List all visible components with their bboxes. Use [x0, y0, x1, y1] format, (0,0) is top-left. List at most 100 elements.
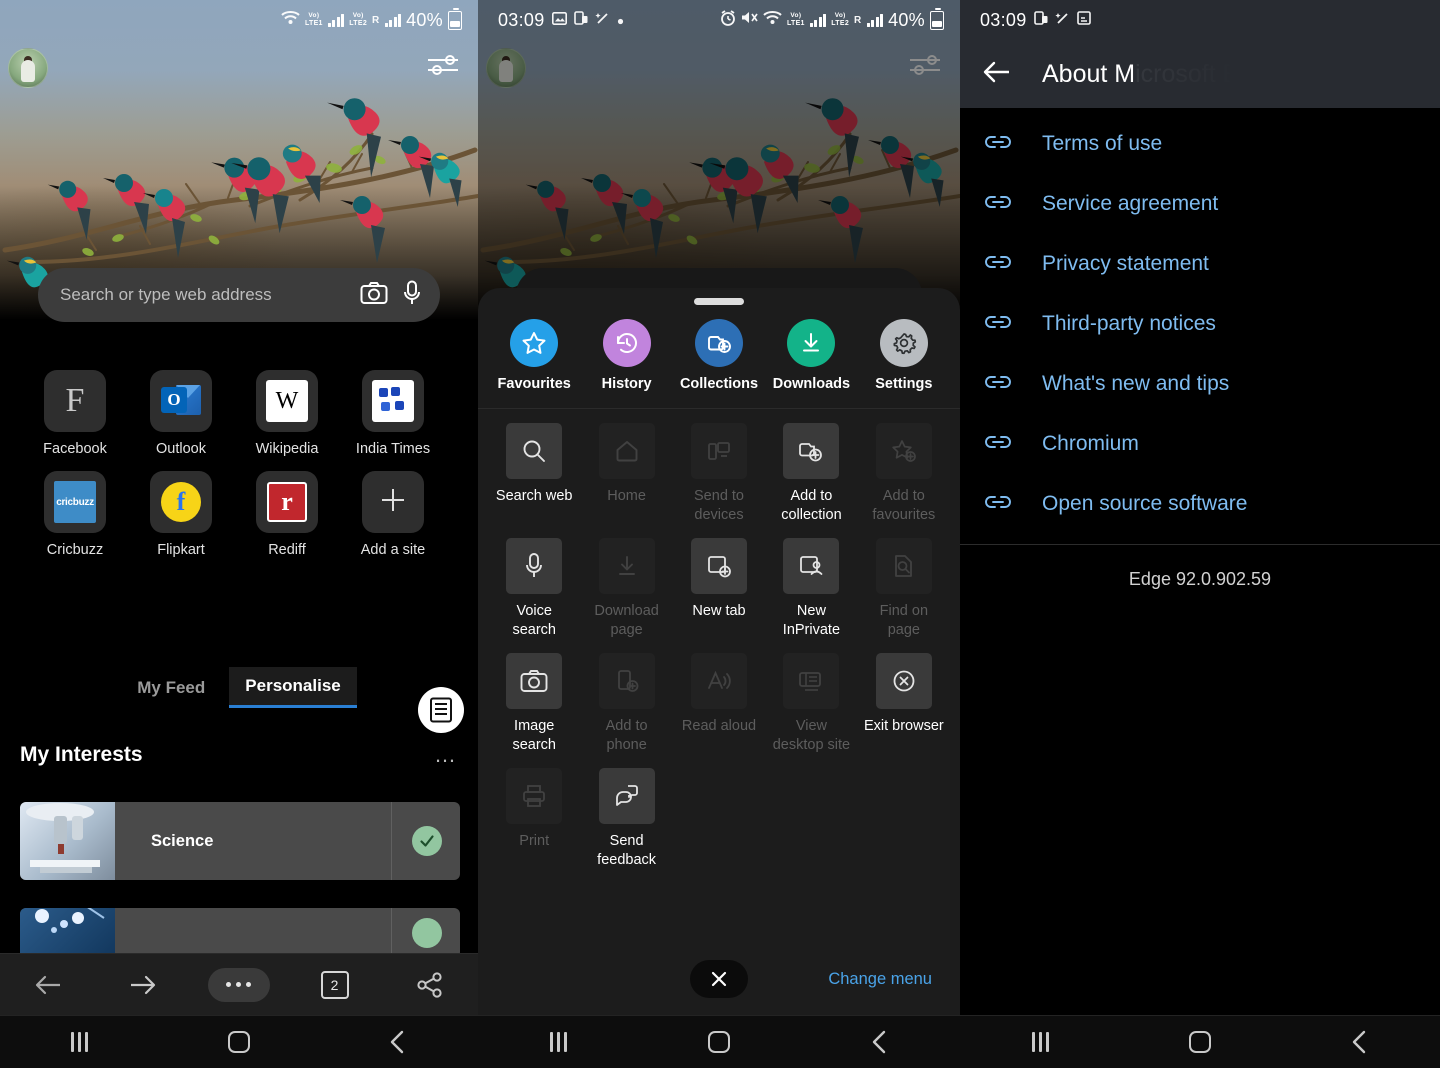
shortcut-label: Outlook — [156, 441, 206, 457]
shortcut-cricbuzz[interactable]: cricbuzz Cricbuzz — [22, 471, 128, 558]
nav-recents-button[interactable] — [960, 1032, 1120, 1052]
nav-recents-button[interactable] — [478, 1032, 639, 1052]
personalize-sliders-icon[interactable] — [426, 52, 460, 78]
camera-icon[interactable] — [360, 281, 388, 310]
overflow-menu-icon[interactable]: … — [434, 742, 458, 768]
more-options-icon — [207, 967, 270, 1002]
menu-item-download-page[interactable]: Download page — [580, 538, 672, 639]
recents-icon — [71, 1032, 89, 1052]
about-header: About M icrosoft Edge — [960, 40, 1440, 108]
nav-home-button[interactable] — [639, 1031, 800, 1053]
tab-personalise[interactable]: Personalise — [229, 667, 357, 708]
find-on-page-icon — [875, 538, 932, 595]
search-input[interactable]: Search or type web address — [38, 268, 440, 322]
menu-item-print[interactable]: Print — [488, 768, 580, 869]
quick-actions-row: Favourites History Collections Downloads… — [478, 305, 960, 409]
collections-icon — [695, 319, 744, 367]
browser-toolbar: 2 — [0, 953, 478, 1015]
menu-item-read-aloud[interactable]: Read aloud — [673, 653, 765, 754]
interest-card-next[interactable] — [20, 908, 460, 958]
recents-icon — [549, 1032, 567, 1052]
outlook-icon: O — [161, 381, 201, 421]
feed-layout-button[interactable] — [418, 687, 464, 733]
microphone-icon[interactable] — [402, 280, 422, 311]
menu-item-exit-browser[interactable]: Exit browser — [858, 653, 950, 754]
link-label: Third-party notices — [1042, 312, 1216, 335]
nav-back-button[interactable] — [799, 1029, 960, 1055]
menu-item-new-inprivate[interactable]: New InPrivate — [765, 538, 857, 639]
printer-icon — [506, 768, 563, 825]
menu-item-view-desktop-site[interactable]: View desktop site — [765, 653, 857, 754]
shortcut-rediff[interactable]: r Rediff — [234, 471, 340, 558]
link-chromium[interactable]: Chromium — [960, 414, 1440, 474]
link-whats-new-and-tips[interactable]: What's new and tips — [960, 354, 1440, 414]
menu-item-image-search[interactable]: Image search — [488, 653, 580, 754]
link-icon — [984, 193, 1012, 216]
link-terms-of-use[interactable]: Terms of use — [960, 114, 1440, 174]
shortcut-india-times[interactable]: India Times — [340, 370, 446, 457]
shortcut-outlook[interactable]: O Outlook — [128, 370, 234, 457]
share-button[interactable] — [382, 971, 478, 998]
menu-item-home[interactable]: Home — [580, 423, 672, 524]
tab-switcher-button[interactable]: 2 — [287, 970, 383, 999]
my-interests-header: My Interests … — [20, 742, 458, 768]
menu-item-send-to-devices[interactable]: Send to devices — [673, 423, 765, 524]
new-tab-icon — [691, 538, 748, 595]
interest-selected-check[interactable] — [412, 918, 442, 948]
avatar[interactable] — [8, 48, 48, 88]
link-icon — [984, 373, 1012, 396]
menu-item-search-web[interactable]: Search web — [488, 423, 580, 524]
nav-home-button[interactable] — [159, 1031, 318, 1053]
link-icon — [984, 253, 1012, 276]
forward-button[interactable] — [96, 972, 192, 998]
menu-item-voice-search[interactable]: Voice search — [488, 538, 580, 639]
search-icon — [506, 423, 563, 479]
quick-action-favourites[interactable]: Favourites — [488, 319, 580, 392]
forward-arrow-icon — [131, 975, 156, 994]
link-icon — [984, 433, 1012, 456]
feed-tabs: My Feed Personalise — [0, 667, 478, 708]
link-open-source-software[interactable]: Open source software — [960, 474, 1440, 534]
menu-item-send-feedback[interactable]: Send feedback — [580, 768, 672, 869]
battery-icon — [448, 7, 462, 30]
menu-item-new-tab[interactable]: New tab — [673, 538, 765, 639]
interest-card-science[interactable]: Science — [20, 802, 460, 880]
menu-item-label: Download page — [594, 603, 659, 638]
more-options-button[interactable] — [191, 967, 287, 1002]
link-privacy-statement[interactable]: Privacy statement — [960, 234, 1440, 294]
nav-back-button[interactable] — [319, 1029, 478, 1055]
back-button[interactable] — [0, 972, 96, 998]
change-menu-link[interactable]: Change menu — [828, 970, 932, 989]
shortcut-wikipedia[interactable]: W Wikipedia — [234, 370, 340, 457]
shortcut-facebook[interactable]: F Facebook — [22, 370, 128, 457]
star-icon — [510, 319, 559, 367]
nav-recents-button[interactable] — [0, 1032, 159, 1052]
menu-item-add-to-collection[interactable]: Add to collection — [765, 423, 857, 524]
menu-grid-row: Image search Add to phone Read aloud Vie… — [488, 653, 950, 754]
menu-item-label: Add to phone — [605, 718, 648, 753]
menu-item-find-on-page[interactable]: Find on page — [858, 538, 950, 639]
interest-selected-check[interactable] — [412, 826, 442, 856]
drag-handle[interactable] — [694, 298, 744, 305]
quick-action-history[interactable]: History — [580, 319, 672, 392]
link-label: Service agreement — [1042, 192, 1219, 215]
link-service-agreement[interactable]: Service agreement — [960, 174, 1440, 234]
menu-item-add-to-phone[interactable]: Add to phone — [580, 653, 672, 754]
magic-wand-icon — [1054, 10, 1070, 30]
link-third-party-notices[interactable]: Third-party notices — [960, 294, 1440, 354]
menu-item-add-to-favourites[interactable]: Add to favourites — [858, 423, 950, 524]
nav-home-button[interactable] — [1120, 1031, 1280, 1053]
quick-action-settings[interactable]: Settings — [858, 319, 950, 392]
shortcut-add-a-site[interactable]: Add a site — [340, 471, 446, 558]
quick-action-collections[interactable]: Collections — [673, 319, 765, 392]
back-arrow-icon[interactable] — [982, 59, 1012, 90]
divider — [391, 908, 392, 958]
quick-action-downloads[interactable]: Downloads — [765, 319, 857, 392]
nav-back-button[interactable] — [1280, 1029, 1440, 1055]
menu-grid-row: Voice search Download page New tab New I… — [488, 538, 950, 639]
close-menu-button[interactable] — [690, 960, 748, 998]
menu-item-label: Exit browser — [863, 718, 944, 735]
tab-my-feed[interactable]: My Feed — [121, 669, 221, 707]
shortcut-flipkart[interactable]: f Flipkart — [128, 471, 234, 558]
home-icon — [598, 423, 655, 479]
